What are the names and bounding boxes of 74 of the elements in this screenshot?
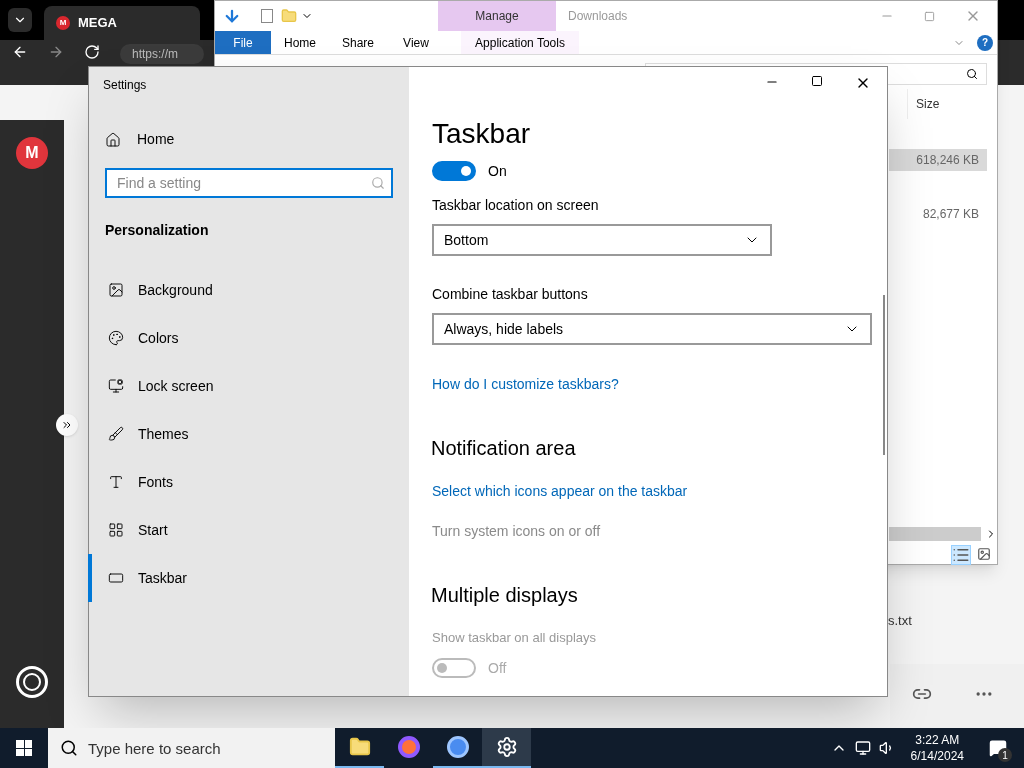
link[interactable]: How do I customize taskbars? (432, 376, 619, 392)
expand-button[interactable] (56, 414, 78, 436)
palette-icon (108, 330, 124, 346)
setting-label: Taskbar location on screen (432, 197, 600, 214)
notification-count: 1 (998, 748, 1012, 762)
search-icon[interactable] (966, 68, 978, 80)
section-heading: Notification area (431, 436, 577, 460)
tab-menu-button[interactable] (8, 8, 32, 32)
toggle-state: Off (488, 659, 507, 677)
taskbar-app[interactable] (482, 728, 531, 768)
search-icon (371, 176, 385, 190)
taskbar-icon (108, 570, 124, 586)
logo: M (16, 137, 48, 169)
window-title: Settings (102, 77, 148, 94)
search-icon (60, 739, 78, 757)
toggle-state: On (488, 162, 507, 180)
nav-item[interactable]: Colors (88, 314, 409, 362)
help-icon[interactable]: ? (977, 34, 993, 51)
letter-icon (108, 474, 124, 490)
back-icon[interactable] (12, 44, 28, 60)
home-link[interactable]: Home (89, 129, 409, 150)
window-title: Downloads (568, 8, 628, 25)
dropdown[interactable]: Always, hide labels (432, 313, 872, 345)
section-title: Personalization (104, 221, 210, 240)
nav-item[interactable]: Fonts (88, 458, 409, 506)
setting-label: Combine taskbar buttons (432, 286, 589, 303)
down-arrow-icon[interactable] (223, 7, 241, 25)
section-heading: Multiple displays (431, 583, 579, 607)
reload-icon[interactable] (84, 44, 100, 60)
dropdown[interactable]: Bottom (432, 224, 772, 256)
nav-item[interactable]: Themes (88, 410, 409, 458)
ribbon-tab[interactable]: View (387, 31, 445, 54)
nav-item[interactable]: Start (88, 506, 409, 554)
ribbon-tab[interactable]: File (215, 31, 271, 54)
fox-icon (397, 736, 420, 758)
monitor-icon (108, 378, 124, 394)
file-name: s.txt (888, 612, 912, 630)
maximize-icon[interactable] (811, 75, 823, 87)
clock-date: 6/14/2024 (910, 748, 964, 764)
network-icon[interactable] (854, 740, 871, 756)
toggle-switch[interactable] (432, 161, 476, 181)
link[interactable]: Select which icons appear on the taskbar (432, 483, 688, 499)
scrollbar-thumb[interactable] (883, 295, 885, 455)
size-cell-text: 82,677 KB (921, 206, 980, 223)
grid-icon (108, 522, 124, 538)
nav-item[interactable]: Lock screen (88, 362, 409, 410)
gear-icon (495, 736, 518, 758)
notification-button[interactable]: 1 (980, 728, 1016, 768)
home-icon (105, 131, 121, 148)
thumbnail-view-icon[interactable] (977, 547, 991, 561)
search-field[interactable]: Type here to search (48, 728, 335, 768)
clock-time: 3:22 AM (915, 732, 960, 748)
ribbon-tab[interactable]: Home (271, 31, 329, 54)
chevrons-icon (61, 419, 73, 431)
scrollbar-thumb[interactable] (889, 527, 981, 541)
logo: M (56, 16, 70, 30)
forward-icon[interactable] (48, 44, 64, 60)
setting-label: Show taskbar on all displays (432, 629, 598, 646)
transfer-icon[interactable] (16, 666, 48, 698)
column-header[interactable]: Size (907, 89, 987, 119)
brush-icon (108, 426, 124, 442)
details-view-icon[interactable] (951, 545, 971, 565)
search-field[interactable]: Find a setting (105, 168, 393, 198)
browser-tab[interactable]: M MEGA (44, 6, 200, 40)
ribbon-tab[interactable]: Application Tools (461, 31, 579, 54)
page-title: Taskbar (432, 117, 532, 151)
picture-icon (108, 282, 124, 298)
contextual-group-label: Manage (475, 8, 519, 25)
folder-icon (348, 736, 371, 758)
browser-icon (446, 736, 469, 758)
nav-item[interactable]: Background (88, 266, 409, 314)
address-field[interactable]: https://m (120, 44, 204, 64)
ribbon-tab[interactable]: Share (329, 31, 387, 54)
size-cell: 618,246 KB (889, 149, 987, 171)
